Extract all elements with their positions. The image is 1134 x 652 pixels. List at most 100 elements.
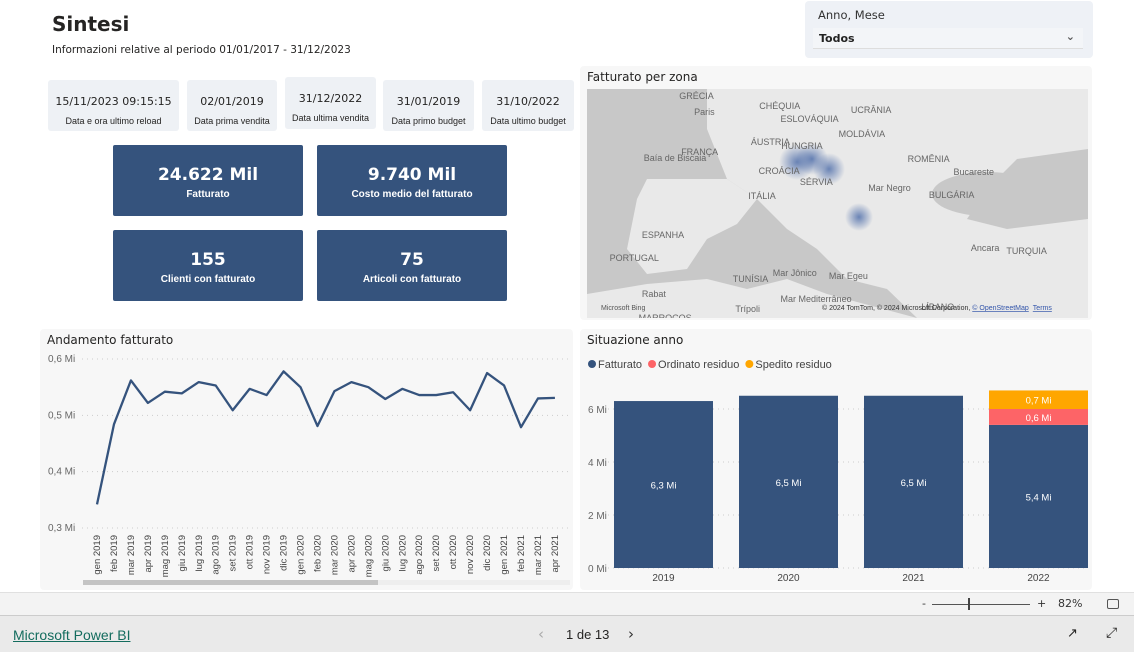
bar-chart: Fatturato Ordinato residuo Spedito residuo… bbox=[588, 359, 1088, 584]
fullscreen-icon[interactable]: ⤢ bbox=[1106, 625, 1117, 641]
slicer-value: Todos bbox=[819, 32, 855, 45]
data-label: 0,7 Mi bbox=[1026, 396, 1052, 407]
info-label: Data e ora ultimo reload bbox=[65, 116, 162, 126]
x-tick-label: apr 2019 bbox=[143, 535, 154, 573]
x-tick-label: dic 2020 bbox=[482, 535, 493, 571]
x-tick-label: feb 2019 bbox=[109, 535, 120, 572]
map-panel: Fatturato per zona Paris CHÉQUIA ESLOVÁQUI… bbox=[580, 66, 1092, 320]
zoom-slider[interactable] bbox=[932, 604, 1030, 605]
anno-mese-slicer: Anno, Mese Todos ⌄ bbox=[805, 1, 1093, 58]
y-tick-label: 6 Mi bbox=[588, 405, 607, 416]
y-tick-label: 2 Mi bbox=[588, 511, 607, 522]
x-tick-label: nov 2019 bbox=[262, 535, 273, 574]
map-label: CHÉQUIA bbox=[759, 101, 800, 111]
x-tick-label: mag 2020 bbox=[363, 535, 374, 577]
map-label: HUNGRIA bbox=[781, 141, 823, 151]
terms-link[interactable]: Terms bbox=[1033, 305, 1053, 312]
y-tick-label: 0,3 Mi bbox=[48, 523, 75, 534]
info-value: 31/01/2019 bbox=[396, 95, 461, 108]
data-label: 6,5 Mi bbox=[776, 478, 802, 489]
x-tick-label: apr 2021 bbox=[550, 535, 561, 573]
map-label: ESPANHA bbox=[642, 230, 684, 240]
data-label: 6,3 Mi bbox=[651, 481, 677, 492]
legend-label[interactable]: Ordinato residuo bbox=[658, 359, 739, 371]
kpi-articoli: 75 Articoli con fatturato bbox=[317, 230, 507, 301]
x-tick-label: mar 2019 bbox=[126, 535, 137, 575]
info-card-last-reload: 15/11/2023 09:15:15 Data e ora ultimo rel… bbox=[48, 80, 179, 131]
legend-marker bbox=[745, 360, 754, 368]
footer-bar: Microsoft Power BI ‹ 1 de 13 › ↗ ⤢ bbox=[0, 616, 1134, 652]
x-tick-label: gen 2019 bbox=[92, 535, 103, 575]
map-label: TUNÍSIA bbox=[733, 274, 769, 284]
data-label: 5,4 Mi bbox=[1026, 492, 1052, 503]
x-tick-label: 2019 bbox=[652, 573, 675, 584]
map-label: GRÉCIA bbox=[679, 91, 714, 101]
osm-link[interactable]: © OpenStreetMap bbox=[972, 304, 1029, 312]
prev-page-icon[interactable]: ‹ bbox=[538, 625, 544, 643]
data-label: 0,6 Mi bbox=[1026, 413, 1052, 424]
power-bi-link[interactable]: Microsoft Power BI bbox=[13, 627, 130, 643]
map-attribution: © 2024 TomTom, © 2024 Microsoft Corporat… bbox=[822, 304, 1052, 312]
x-tick-label: ago 2020 bbox=[414, 535, 425, 575]
x-tick-label: mag 2019 bbox=[160, 535, 171, 577]
kpi-label: Fatturato bbox=[186, 189, 230, 200]
map-label: BULGÁRIA bbox=[929, 190, 975, 200]
map-label: Trípoli bbox=[735, 304, 760, 314]
map-label: Mar Mediterrâneo bbox=[781, 294, 852, 304]
info-value: 15/11/2023 09:15:15 bbox=[55, 95, 172, 108]
map-label: MOLDÁVIA bbox=[839, 129, 886, 139]
kpi-fatturato: 24.622 Mil Fatturato bbox=[113, 145, 303, 216]
x-tick-label: gen 2021 bbox=[499, 535, 510, 575]
zoom-bar: - + 82% bbox=[0, 592, 1134, 616]
info-value: 31/12/2022 bbox=[298, 92, 363, 105]
x-tick-label: 2020 bbox=[777, 573, 800, 584]
scrollbar-thumb[interactable] bbox=[83, 580, 378, 585]
kpi-value: 24.622 Mil bbox=[157, 165, 259, 185]
map-label: Ancara bbox=[971, 243, 1000, 253]
line-series bbox=[95, 370, 555, 505]
x-tick-label: ago 2019 bbox=[211, 535, 222, 575]
y-tick-label: 0 Mi bbox=[588, 564, 607, 575]
data-label: 6,5 Mi bbox=[901, 478, 927, 489]
map-canvas[interactable]: ParisCHÉQUIAESLOVÁQUIAUCRÂNIAFRANÇAÁUSTR… bbox=[587, 89, 1088, 318]
x-tick-label: feb 2021 bbox=[516, 535, 527, 572]
x-tick-label: 2022 bbox=[1027, 573, 1050, 584]
share-icon[interactable]: ↗ bbox=[1067, 626, 1078, 641]
map-label: Mar Negro bbox=[868, 183, 911, 193]
x-tick-label: ott 2019 bbox=[245, 535, 256, 569]
zoom-level: 82% bbox=[1058, 597, 1083, 610]
kpi-clienti: 155 Clienti con fatturato bbox=[113, 230, 303, 301]
next-page-icon[interactable]: › bbox=[628, 625, 634, 643]
map-label: ESLOVÁQUIA bbox=[781, 114, 839, 124]
page-subtitle: Informazioni relative al periodo 01/01/2… bbox=[52, 44, 351, 56]
map-label: ROMÊNIA bbox=[908, 154, 950, 164]
map-label: CROÁCIA bbox=[759, 166, 800, 176]
x-tick-label: giu 2019 bbox=[177, 535, 188, 571]
legend-label[interactable]: Spedito residuo bbox=[755, 359, 831, 371]
zoom-slider-handle[interactable] bbox=[968, 598, 970, 610]
zoom-in-button[interactable]: + bbox=[1037, 597, 1046, 610]
info-card-last-sale: 31/12/2022 Data ultima vendita bbox=[285, 77, 376, 129]
info-value: 31/10/2022 bbox=[496, 95, 560, 108]
map-label: Baía de Biscaia bbox=[644, 153, 707, 163]
zoom-out-button[interactable]: - bbox=[922, 597, 926, 610]
chevron-down-icon: ⌄ bbox=[1065, 30, 1075, 43]
info-label: Data ultima vendita bbox=[291, 113, 370, 123]
info-label: Data prima vendita bbox=[194, 116, 270, 126]
x-tick-label: apr 2020 bbox=[346, 535, 357, 573]
map-label: Rabat bbox=[642, 289, 667, 299]
info-card-first-budget: 31/01/2019 Data primo budget bbox=[383, 80, 474, 131]
x-tick-label: mar 2020 bbox=[329, 535, 340, 575]
kpi-value: 75 bbox=[400, 250, 424, 270]
slicer-dropdown[interactable]: Todos ⌄ bbox=[813, 28, 1083, 49]
map-label: Mar Jônico bbox=[773, 268, 817, 278]
page-indicator: 1 de 13 bbox=[566, 627, 610, 642]
y-tick-label: 4 Mi bbox=[588, 458, 607, 469]
y-tick-label: 0,4 Mi bbox=[48, 467, 75, 478]
fit-to-page-icon[interactable] bbox=[1107, 599, 1119, 609]
map-label: ITÁLIA bbox=[748, 191, 776, 201]
legend-label[interactable]: Fatturato bbox=[598, 359, 642, 371]
legend-marker bbox=[648, 360, 657, 368]
x-tick-label: 2021 bbox=[902, 573, 925, 584]
bing-logo: Microsoft Bing bbox=[601, 305, 645, 312]
